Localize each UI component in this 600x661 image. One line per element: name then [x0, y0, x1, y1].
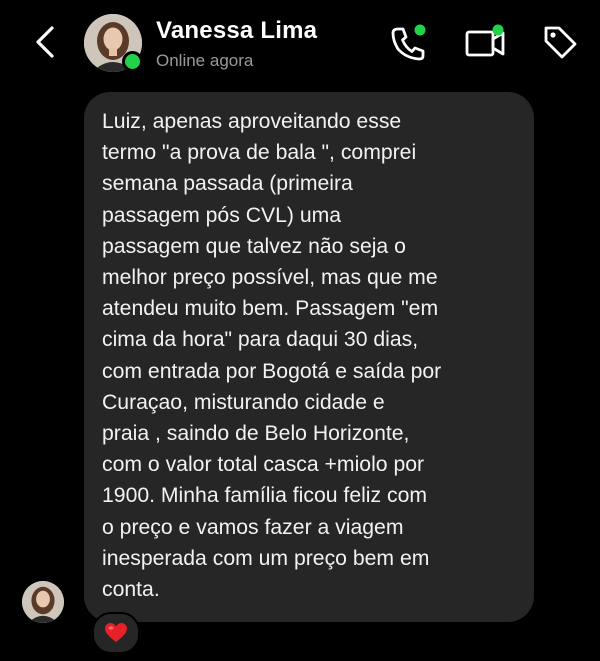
online-status: Online agora [156, 51, 254, 70]
tag-icon [544, 26, 577, 59]
sender-avatar[interactable] [22, 581, 64, 623]
phone-icon [391, 24, 426, 61]
back-icon [36, 26, 54, 58]
avatar-image [22, 581, 64, 623]
message-text: Luiz, apenas aproveitando esse termo "a … [102, 110, 442, 602]
back-button[interactable] [28, 22, 64, 62]
heart-icon [105, 623, 127, 642]
tag-button[interactable] [540, 22, 580, 62]
contact-avatar[interactable] [84, 14, 143, 72]
video-call-button[interactable] [462, 22, 508, 64]
video-icon [465, 24, 505, 57]
contact-name[interactable]: Vanessa Lima [156, 17, 317, 45]
online-indicator [122, 51, 143, 72]
heart-reaction[interactable] [92, 612, 140, 654]
voice-call-button[interactable] [388, 22, 430, 64]
chat-header: Vanessa Lima Online agora [0, 0, 600, 88]
